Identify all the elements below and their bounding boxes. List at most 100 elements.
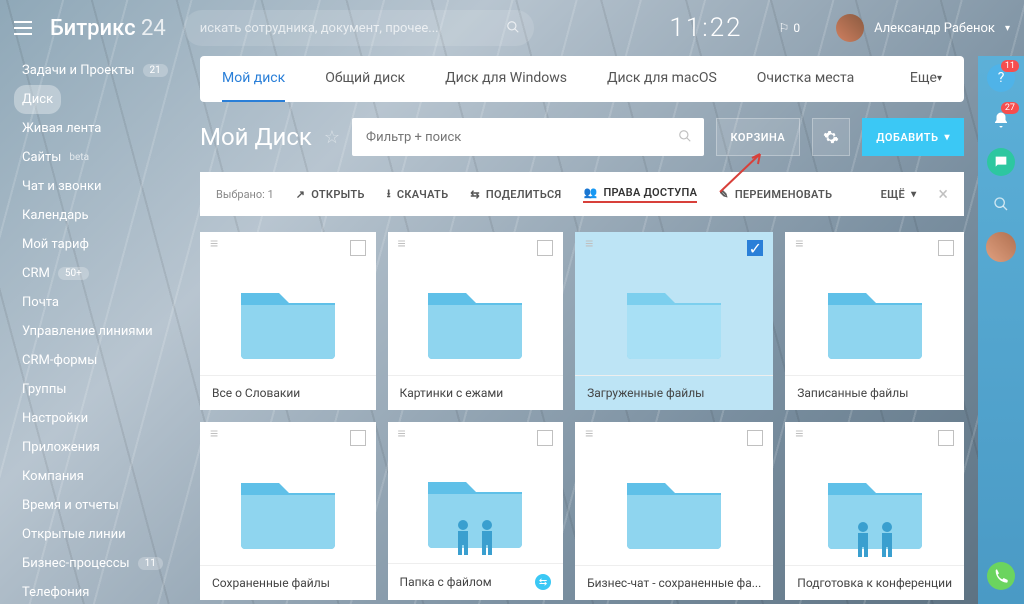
tab-1[interactable]: Общий диск — [325, 56, 405, 102]
flag-icon: ⚐ — [779, 21, 790, 35]
card-menu-icon[interactable]: ≡ — [210, 240, 218, 256]
rights-icon: 👥 — [583, 186, 597, 199]
sidebar-item-7[interactable]: CRM50+ — [14, 259, 176, 288]
menu-burger-icon[interactable] — [14, 21, 32, 35]
contact-avatar[interactable] — [986, 232, 1016, 262]
folder-icon — [200, 264, 376, 375]
sidebar-item-3[interactable]: Сайтыbeta — [14, 143, 176, 172]
selection-actionbar: Выбрано: 1 ↗ ОТКРЫТЬ ⭳ СКАЧАТЬ ⇆ ПОДЕЛИТЬС… — [200, 172, 964, 216]
folder-icon — [785, 264, 964, 375]
sidebar-item-6[interactable]: Мой тариф — [14, 230, 176, 259]
tab-0[interactable]: Мой диск — [222, 56, 285, 102]
avatar — [836, 14, 864, 42]
sidebar-item-9[interactable]: Управление линиями — [14, 317, 176, 346]
sidebar-item-14[interactable]: Компания — [14, 462, 176, 491]
sidebar-item-16[interactable]: Открытые линии — [14, 520, 176, 549]
sidebar-item-10[interactable]: CRM-формы — [14, 346, 176, 375]
global-search-input[interactable] — [200, 21, 494, 36]
chat-icon[interactable] — [987, 148, 1015, 176]
help-icon[interactable]: ?11 — [987, 64, 1015, 92]
card-checkbox[interactable] — [537, 430, 553, 446]
sidebar-item-5[interactable]: Календарь — [14, 201, 176, 230]
filter-search[interactable] — [352, 118, 703, 156]
user-name: Александр Рабенок — [874, 21, 995, 36]
selection-count: Выбрано: 1 — [216, 188, 274, 201]
tab-4[interactable]: Очистка места — [757, 56, 854, 102]
close-actionbar-icon[interactable]: × — [938, 184, 948, 205]
sidebar-item-4[interactable]: Чат и звонки — [14, 172, 176, 201]
sidebar-item-8[interactable]: Почта — [14, 288, 176, 317]
sidebar-item-2[interactable]: Живая лента — [14, 114, 176, 143]
global-search[interactable] — [184, 10, 534, 46]
folder-card-0[interactable]: ≡ Все о Словакии — [200, 232, 376, 410]
action-open[interactable]: ↗ ОТКРЫТЬ — [296, 188, 365, 201]
folder-grid: ≡ Все о Словакии ≡ Картинки с ежами ≡ ✓ Загруж… — [200, 232, 964, 600]
badge: 21 — [143, 64, 168, 77]
badge: 11 — [138, 557, 163, 570]
sidebar-item-11[interactable]: Группы — [14, 375, 176, 404]
folder-card-5[interactable]: ≡ Папка с файлом⇆ — [388, 422, 564, 600]
folder-card-7[interactable]: ≡Подготовка к конференции — [785, 422, 964, 600]
sidebar-item-13[interactable]: Приложения — [14, 433, 176, 462]
card-checkbox[interactable]: ✓ — [747, 240, 763, 256]
folder-name: Папка с файлом⇆ — [388, 563, 564, 600]
filter-input[interactable] — [366, 130, 689, 145]
card-checkbox[interactable] — [537, 240, 553, 256]
card-menu-icon[interactable]: ≡ — [585, 240, 593, 256]
card-menu-icon[interactable]: ≡ — [795, 240, 803, 256]
search-panel-icon[interactable] — [987, 190, 1015, 218]
sidebar-item-18[interactable]: Телефония — [14, 578, 176, 604]
card-checkbox[interactable] — [747, 430, 763, 446]
card-checkbox[interactable] — [938, 430, 954, 446]
folder-card-1[interactable]: ≡ Картинки с ежами — [388, 232, 564, 410]
sidebar-item-0[interactable]: Задачи и Проекты21 — [14, 56, 176, 85]
card-menu-icon[interactable]: ≡ — [398, 430, 406, 446]
folder-card-6[interactable]: ≡ Бизнес-чат - сохраненные фа... — [575, 422, 773, 600]
cart-indicator[interactable]: ⚐ 0 — [779, 21, 801, 35]
card-checkbox[interactable] — [350, 430, 366, 446]
sidebar: Задачи и Проекты21ДискЖивая лентаСайтыbe… — [0, 56, 190, 604]
tab-3[interactable]: Диск для macOS — [607, 56, 717, 102]
clock: 11:22 — [669, 13, 742, 43]
card-checkbox[interactable] — [938, 240, 954, 256]
bell-icon[interactable]: 27 — [987, 106, 1015, 134]
card-menu-icon[interactable]: ≡ — [398, 240, 406, 256]
folder-name: Все о Словакии — [200, 375, 376, 410]
sidebar-item-17[interactable]: Бизнес-процессы11 — [14, 549, 176, 578]
folder-name: Бизнес-чат - сохраненные фа... — [575, 565, 773, 600]
favorite-star-icon[interactable]: ☆ — [324, 127, 340, 148]
card-menu-icon[interactable]: ≡ — [795, 430, 803, 446]
folder-card-4[interactable]: ≡Сохраненные файлы — [200, 422, 376, 600]
folder-card-2[interactable]: ≡ ✓ Загруженные файлы — [575, 232, 773, 410]
user-menu[interactable]: Александр Рабенок ▾ — [836, 14, 1010, 42]
action-rights[interactable]: 👥 ПРАВА ДОСТУПА — [583, 186, 697, 203]
add-button[interactable]: ДОБАВИТЬ▾ — [862, 118, 964, 156]
sidebar-item-1[interactable]: Диск — [14, 85, 61, 114]
chevron-down-icon: ▾ — [944, 132, 950, 143]
shared-icon: ⇆ — [535, 574, 551, 590]
card-menu-icon[interactable]: ≡ — [585, 430, 593, 446]
actions-more[interactable]: ЕЩЁ ▾ — [881, 188, 917, 201]
action-download[interactable]: ⭳ СКАЧАТЬ — [387, 185, 449, 204]
folder-name: Загруженные файлы — [575, 375, 773, 410]
trash-button[interactable]: КОРЗИНА — [716, 118, 801, 156]
folder-card-3[interactable]: ≡Записанные файлы — [785, 232, 964, 410]
card-menu-icon[interactable]: ≡ — [210, 430, 218, 446]
phone-icon[interactable] — [987, 562, 1015, 590]
disk-tabs: Мой диск Общий диск Диск для Windows Диск д… — [200, 56, 964, 102]
share-icon: ⇆ — [470, 188, 480, 201]
sidebar-item-15[interactable]: Время и отчеты — [14, 491, 176, 520]
folder-name: Картинки с ежами — [388, 375, 564, 410]
folder-icon — [388, 264, 564, 375]
folder-icon — [200, 454, 376, 565]
logo: Битрикс 24 — [50, 16, 166, 41]
sidebar-item-12[interactable]: Настройки — [14, 404, 176, 433]
settings-button[interactable] — [812, 118, 850, 156]
page-title: Мой Диск — [200, 123, 312, 151]
open-icon: ↗ — [296, 188, 306, 201]
tab-5[interactable]: Еще ▾ — [910, 56, 942, 102]
action-rename[interactable]: ✎ ПЕРЕИМЕНОВАТЬ — [719, 188, 832, 201]
action-share[interactable]: ⇆ ПОДЕЛИТЬСЯ — [470, 188, 561, 201]
card-checkbox[interactable] — [350, 240, 366, 256]
tab-2[interactable]: Диск для Windows — [445, 56, 567, 102]
